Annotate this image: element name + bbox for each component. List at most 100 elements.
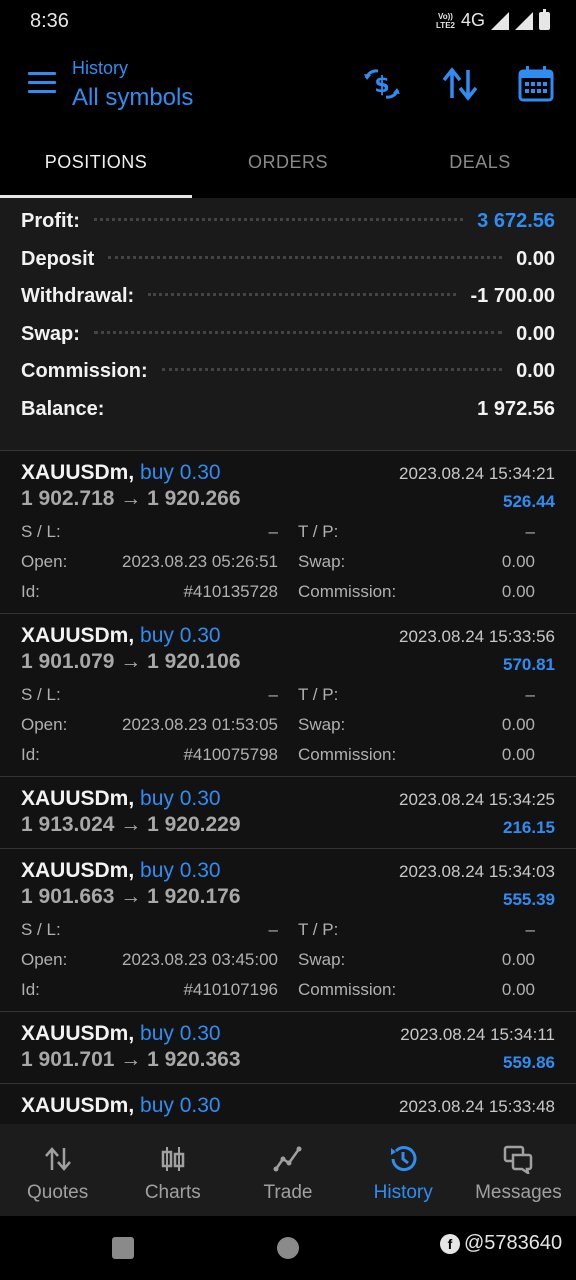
currency-exchange-icon[interactable]: $ [362, 64, 402, 104]
detail-sl: S / L: – [21, 920, 278, 939]
position-side: buy 0.30 [140, 787, 221, 810]
position-prices: 1 901.079 → 1 920.106 [21, 650, 241, 673]
position-side: buy 0.30 [140, 1094, 221, 1117]
position-profit: 559.86 [503, 1053, 555, 1072]
tab-orders[interactable]: ORDERS [192, 128, 384, 198]
network-type: 4G [460, 10, 485, 30]
detail-commission: Commission: 0.00 [298, 582, 535, 601]
facebook-icon: f [440, 1233, 460, 1254]
detail-sl: S / L: – [21, 685, 278, 704]
position-symbol: XAUUSDm, buy 0.30 [21, 859, 221, 882]
signal-icon [491, 11, 509, 30]
position-side: buy 0.30 [140, 461, 221, 484]
app-bar-subtitle: History [72, 58, 129, 78]
position-symbol: XAUUSDm, buy 0.30 [21, 787, 221, 810]
position-item[interactable]: XAUUSDm, buy 0.30 1 913.024 → 1 920.229 … [0, 776, 576, 848]
position-close-time: 2023.08.24 15:33:48 [399, 1097, 555, 1116]
detail-id: Id: #410135728 [21, 582, 278, 601]
position-prices: 1 901.663 → 1 920.176 [21, 885, 241, 908]
detail-id: Id: #410107196 [21, 980, 278, 999]
summary-row-commission: Commission: 0.00 [21, 360, 555, 398]
position-symbol: XAUUSDm, buy 0.30 [21, 1022, 221, 1045]
messages-icon [504, 1145, 533, 1174]
position-prices: 1 901.701 → 1 920.363 [21, 1048, 241, 1071]
profit-value: 3 672.56 [477, 210, 555, 232]
volte-icon: Vo)) LTE2 [436, 11, 455, 30]
app-bar: History All symbols $ [0, 42, 576, 128]
dot-leader [93, 330, 503, 334]
position-close-time: 2023.08.24 15:34:03 [399, 862, 555, 881]
position-close-time: 2023.08.24 15:34:21 [399, 464, 555, 483]
position-profit: 216.15 [503, 818, 555, 837]
commission-value: 0.00 [516, 360, 555, 383]
summary-row-withdrawal: Withdrawal: -1 700.00 [21, 285, 555, 323]
nav-charts[interactable]: Charts [115, 1124, 230, 1216]
status-icons: Vo)) LTE2 4G [436, 8, 550, 31]
watermark: f @5783640 [440, 1232, 562, 1255]
positions-list: XAUUSDm, buy 0.30 1 902.718 → 1 920.266 … [0, 450, 576, 1124]
nav-messages[interactable]: Messages [461, 1124, 576, 1216]
position-item[interactable]: XAUUSDm, buy 0.30 1 901.663 → 1 920.176 … [0, 848, 576, 1011]
position-close-time: 2023.08.24 15:34:11 [400, 1025, 555, 1044]
status-bar: 8:36 Vo)) LTE2 4G [0, 0, 576, 42]
nav-quotes[interactable]: Quotes [0, 1124, 115, 1216]
swap-label: Swap: [21, 322, 80, 345]
dot-leader [93, 218, 464, 221]
detail-open: Open: 2023.08.23 05:26:51 [21, 552, 278, 571]
position-side: buy 0.30 [140, 859, 221, 882]
nav-trade-label: Trade [263, 1182, 313, 1203]
position-profit: 526.44 [503, 492, 555, 511]
summary-row-balance: Balance: 1 972.56 [21, 398, 555, 436]
tab-deals[interactable]: DEALS [384, 128, 576, 198]
position-close-time: 2023.08.24 15:34:25 [399, 790, 555, 809]
detail-swap: Swap: 0.00 [298, 950, 535, 969]
history-tabs: POSITIONS ORDERS DEALS [0, 128, 576, 198]
position-symbol: XAUUSDm, buy 0.30 [21, 624, 221, 647]
menu-icon[interactable] [28, 72, 56, 96]
position-profit: 555.39 [503, 890, 555, 909]
bottom-navigation: Quotes Charts Trade History Messages [0, 1124, 576, 1216]
svg-text:$: $ [374, 73, 389, 98]
position-item[interactable]: XAUUSDm, buy 0.30 1 902.718 → 1 920.266 … [0, 450, 576, 613]
position-item[interactable]: XAUUSDm, buy 0.30 1 901.079 → 1 920.106 … [0, 613, 576, 776]
calendar-icon[interactable] [516, 64, 556, 104]
position-symbol: XAUUSDm, buy 0.30 [21, 461, 221, 484]
detail-id: Id: #410075798 [21, 745, 278, 764]
watermark-text: @5783640 [464, 1232, 563, 1254]
detail-tp: T / P: – [298, 522, 535, 541]
history-icon [391, 1146, 417, 1172]
nav-history-label: History [373, 1182, 433, 1203]
charts-icon [161, 1147, 185, 1171]
position-symbol: XAUUSDm, buy 0.30 [21, 1094, 221, 1117]
nav-history[interactable]: History [346, 1124, 461, 1216]
detail-tp: T / P: – [298, 920, 535, 939]
detail-swap: Swap: 0.00 [298, 715, 535, 734]
nav-trade[interactable]: Trade [230, 1124, 345, 1216]
nav-messages-label: Messages [475, 1182, 562, 1203]
position-details: S / L: – T / P: – Open: 2023.08.23 03:45:00… [21, 920, 555, 1010]
nav-quotes-label: Quotes [26, 1182, 89, 1203]
detail-open: Open: 2023.08.23 01:53:05 [21, 715, 278, 734]
system-navigation-bar: f @5783640 [0, 1216, 576, 1280]
position-details: S / L: – T / P: – Open: 2023.08.23 05:26:51… [21, 522, 555, 612]
balance-value: 1 972.56 [477, 397, 555, 420]
summary-row-profit: Profit: 3 672.56 [21, 210, 555, 248]
account-summary: Profit: 3 672.56 Deposit 0.00 Withdrawal… [0, 198, 576, 450]
withdrawal-value: -1 700.00 [470, 285, 555, 308]
position-prices: 1 913.024 → 1 920.229 [21, 813, 241, 836]
position-side: buy 0.30 [140, 1022, 221, 1045]
symbol-selector[interactable]: All symbols [72, 84, 193, 112]
recent-apps-button[interactable] [112, 1237, 134, 1259]
summary-row-swap: Swap: 0.00 [21, 323, 555, 361]
commission-label: Commission: [21, 360, 148, 383]
position-side: buy 0.30 [140, 624, 221, 647]
sort-icon[interactable] [440, 64, 480, 104]
tab-positions[interactable]: POSITIONS [0, 128, 192, 198]
position-item[interactable]: XAUUSDm, buy 0.30 2023.08.24 15:33:48 [0, 1083, 576, 1124]
position-profit: 570.81 [503, 655, 555, 674]
nav-charts-label: Charts [144, 1182, 201, 1203]
home-button[interactable] [277, 1237, 299, 1259]
position-item[interactable]: XAUUSDm, buy 0.30 1 901.701 → 1 920.363 … [0, 1011, 576, 1083]
position-prices: 1 902.718 → 1 920.266 [21, 487, 241, 510]
